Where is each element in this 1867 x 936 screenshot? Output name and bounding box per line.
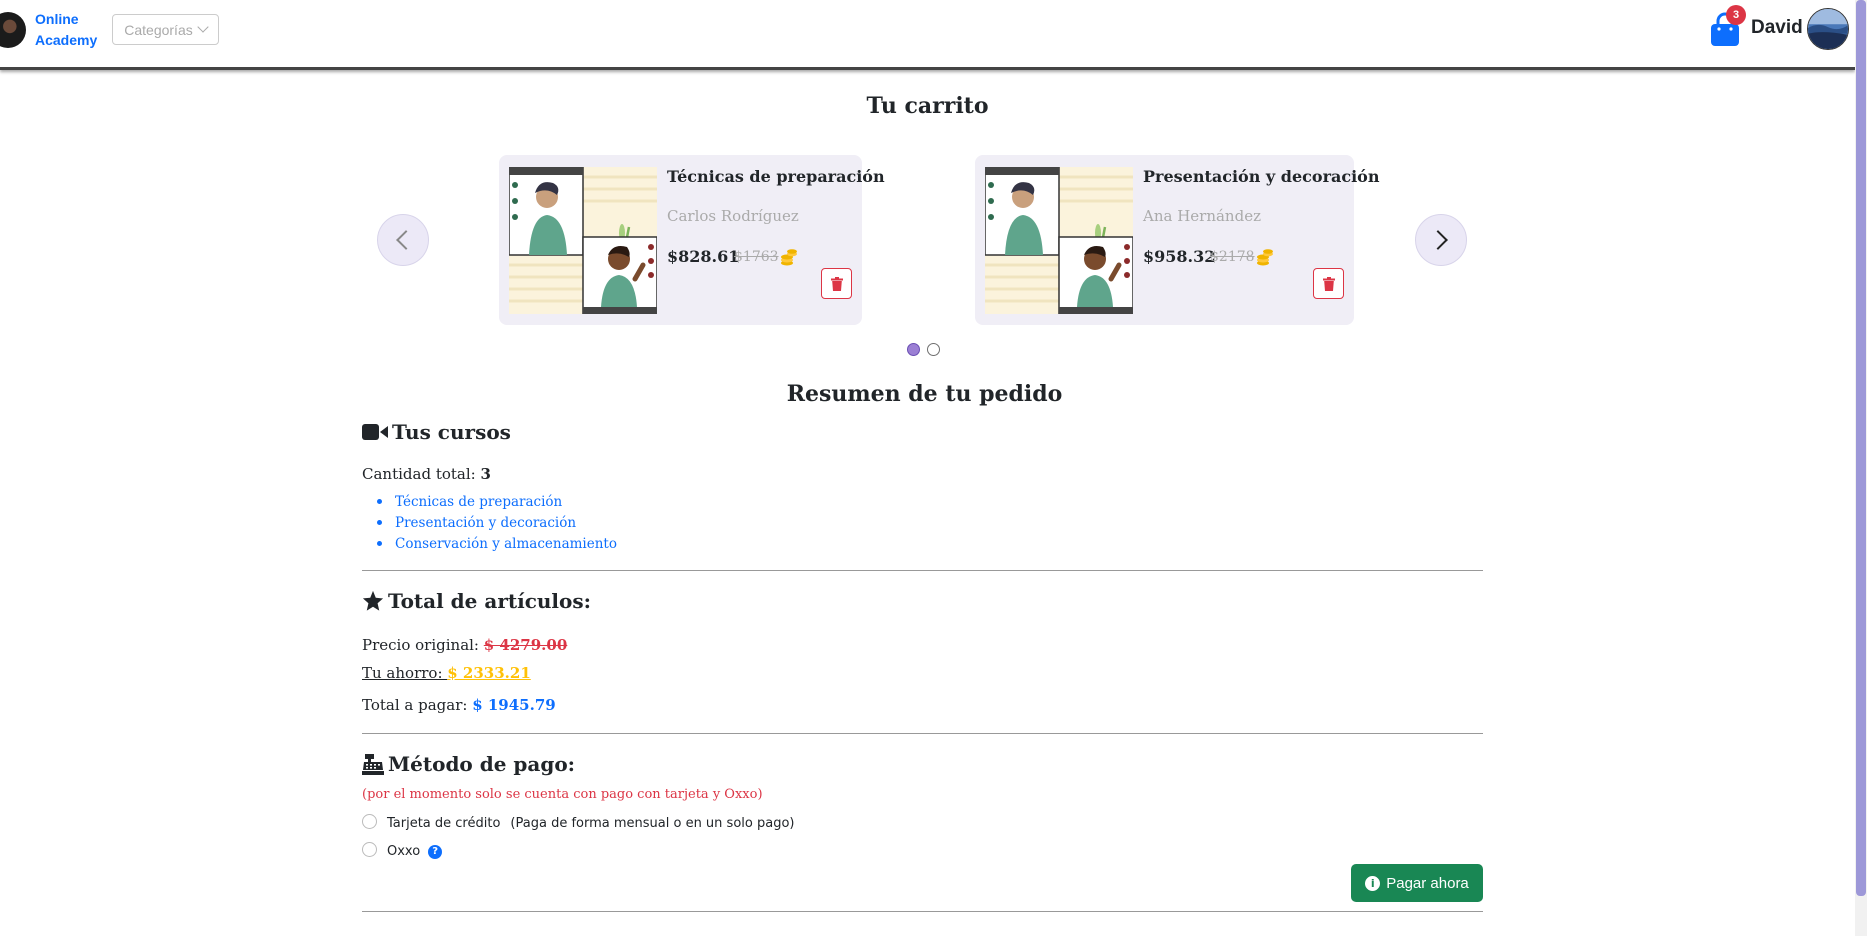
course-thumbnail-image [509, 167, 657, 314]
list-item[interactable]: Presentación y decoración [377, 514, 617, 535]
course-title[interactable]: Técnicas de preparación [667, 167, 885, 186]
logo-image[interactable] [0, 12, 26, 48]
categories-dropdown[interactable]: Categorías [112, 14, 219, 45]
question-circle-icon[interactable]: ? [428, 844, 443, 859]
cart-count-badge: 3 [1726, 5, 1746, 25]
savings-label: Tu ahorro: [362, 664, 448, 682]
course-title[interactable]: Presentación y decoración [1143, 167, 1379, 186]
cash-register-icon [362, 754, 384, 775]
pay-now-label: Pagar ahora [1386, 874, 1469, 892]
user-name[interactable]: David [1751, 17, 1803, 39]
original-price-label: Precio original: [362, 636, 484, 654]
carousel-indicator-2[interactable] [927, 343, 940, 356]
cart-item-card: Presentación y decoración Ana Hernández … [975, 155, 1379, 325]
card-radio[interactable] [362, 814, 377, 829]
delete-item-button[interactable] [821, 268, 852, 299]
coins-icon [1257, 249, 1273, 266]
card-option-description: (Paga de forma mensual o en un solo pago… [510, 816, 795, 831]
savings-row: Tu ahorro: $ 2333.21 [362, 664, 531, 682]
original-price-value: $ 4279.00 [483, 636, 568, 654]
categories-label: Categorías [124, 21, 193, 38]
payment-option-oxxo[interactable]: Oxxo ? [362, 842, 443, 859]
courses-heading-text: Tus cursos [392, 420, 511, 444]
total-quantity: Cantidad total: 3 [362, 465, 491, 483]
coins-icon [781, 249, 797, 266]
course-original-price: $1763 [734, 249, 779, 265]
courses-heading: Tus cursos [362, 420, 511, 444]
course-thumbnail-image [985, 167, 1133, 314]
chevron-right-icon [1428, 230, 1448, 250]
divider [362, 570, 1483, 571]
list-item[interactable]: Técnicas de preparación [377, 493, 617, 514]
video-camera-icon [362, 424, 388, 440]
divider [362, 911, 1483, 912]
brand-line-2: Academy [35, 32, 98, 48]
total-label: Total a pagar: [362, 696, 473, 714]
total-value: $ 1945.79 [472, 696, 556, 714]
info-circle-icon: i [1365, 875, 1381, 891]
payment-note: (por el momento solo se cuenta con pago … [362, 787, 763, 802]
carousel-prev-button[interactable] [377, 214, 429, 266]
course-price: $828.61 [667, 247, 740, 266]
course-list: Técnicas de preparación Presentación y d… [377, 493, 617, 556]
star-icon [362, 590, 384, 611]
oxxo-option-label[interactable]: Oxxo [387, 844, 420, 859]
delete-item-button[interactable] [1313, 268, 1344, 299]
oxxo-radio[interactable] [362, 842, 377, 857]
payment-heading-text: Método de pago: [388, 752, 576, 776]
carousel-next-button[interactable] [1415, 214, 1467, 266]
quantity-value: 3 [480, 465, 491, 483]
payment-option-card[interactable]: Tarjeta de crédito (Paga de forma mensua… [362, 814, 795, 831]
course-original-price: $2178 [1210, 249, 1255, 265]
payment-heading: Método de pago: [362, 752, 575, 776]
trash-icon [830, 276, 843, 291]
savings-value: $ 2333.21 [447, 664, 531, 682]
quantity-label: Cantidad total: [362, 465, 481, 483]
totals-heading-text: Total de artículos: [388, 589, 591, 613]
total-row: Total a pagar: $ 1945.79 [362, 696, 556, 714]
brand-line-1: Online [35, 11, 79, 27]
cart-item-card: Técnicas de preparación Carlos Rodríguez… [499, 155, 885, 325]
chevron-left-icon [396, 230, 416, 250]
chevron-down-icon [197, 21, 209, 33]
course-author: Carlos Rodríguez [667, 207, 799, 225]
top-navbar: Online Academy Categorías 3 David [0, 0, 1855, 70]
card-option-label[interactable]: Tarjeta de crédito [387, 816, 500, 831]
list-item[interactable]: Conservación y almacenamiento [377, 535, 617, 556]
original-price-row: Precio original: $ 4279.00 [362, 636, 567, 654]
divider [362, 733, 1483, 734]
course-price: $958.32 [1143, 247, 1216, 266]
cart-title: Tu carrito [866, 93, 989, 119]
carousel-indicator-1[interactable] [907, 343, 920, 356]
pay-now-button[interactable]: i Pagar ahora [1351, 864, 1483, 902]
user-avatar[interactable] [1807, 8, 1849, 50]
course-author: Ana Hernández [1143, 207, 1261, 225]
scrollbar-thumb[interactable] [1856, 0, 1866, 896]
totals-heading: Total de artículos: [362, 589, 591, 613]
trash-icon [1322, 276, 1335, 291]
order-summary-title: Resumen de tu pedido [786, 381, 1063, 407]
brand-link[interactable]: Online Academy [35, 9, 115, 51]
